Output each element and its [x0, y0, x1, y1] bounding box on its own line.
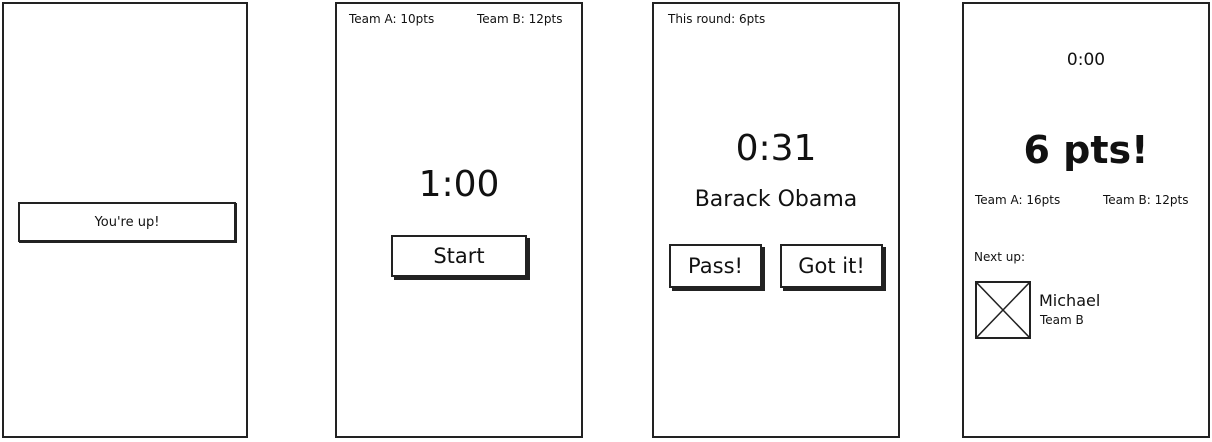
round-score: This round: 6pts — [668, 12, 766, 26]
team-b-score: Team B: 12pts — [1103, 193, 1189, 207]
image-placeholder-icon — [975, 281, 1031, 339]
team-a-score: Team A: 10pts — [349, 12, 435, 26]
next-player-team: Team B — [1040, 313, 1084, 327]
pass-button[interactable]: Pass! — [669, 244, 762, 288]
screen-round-summary: 0:00 6 pts! Team A: 16pts Team B: 12pts … — [962, 2, 1210, 438]
round-timer: 0:31 — [735, 128, 817, 169]
start-button[interactable]: Start — [391, 235, 527, 277]
next-player-name: Michael — [1039, 291, 1101, 310]
screen-start-round: Team A: 10pts Team B: 12pts 1:00 Start — [335, 2, 583, 438]
next-up-label: Next up: — [974, 250, 1026, 264]
round-points: 6 pts! — [1023, 128, 1149, 172]
round-timer: 0:00 — [1066, 50, 1106, 70]
screen-your-turn: You're up! — [2, 2, 248, 438]
round-timer: 1:00 — [418, 164, 500, 205]
team-a-score: Team A: 16pts — [975, 193, 1061, 207]
got-it-button[interactable]: Got it! — [780, 244, 883, 288]
current-word: Barack Obama — [694, 187, 858, 212]
team-b-score: Team B: 12pts — [477, 12, 563, 26]
youre-up-button[interactable]: You're up! — [18, 202, 236, 242]
screen-guessing: This round: 6pts 0:31 Barack Obama Pass!… — [652, 2, 900, 438]
